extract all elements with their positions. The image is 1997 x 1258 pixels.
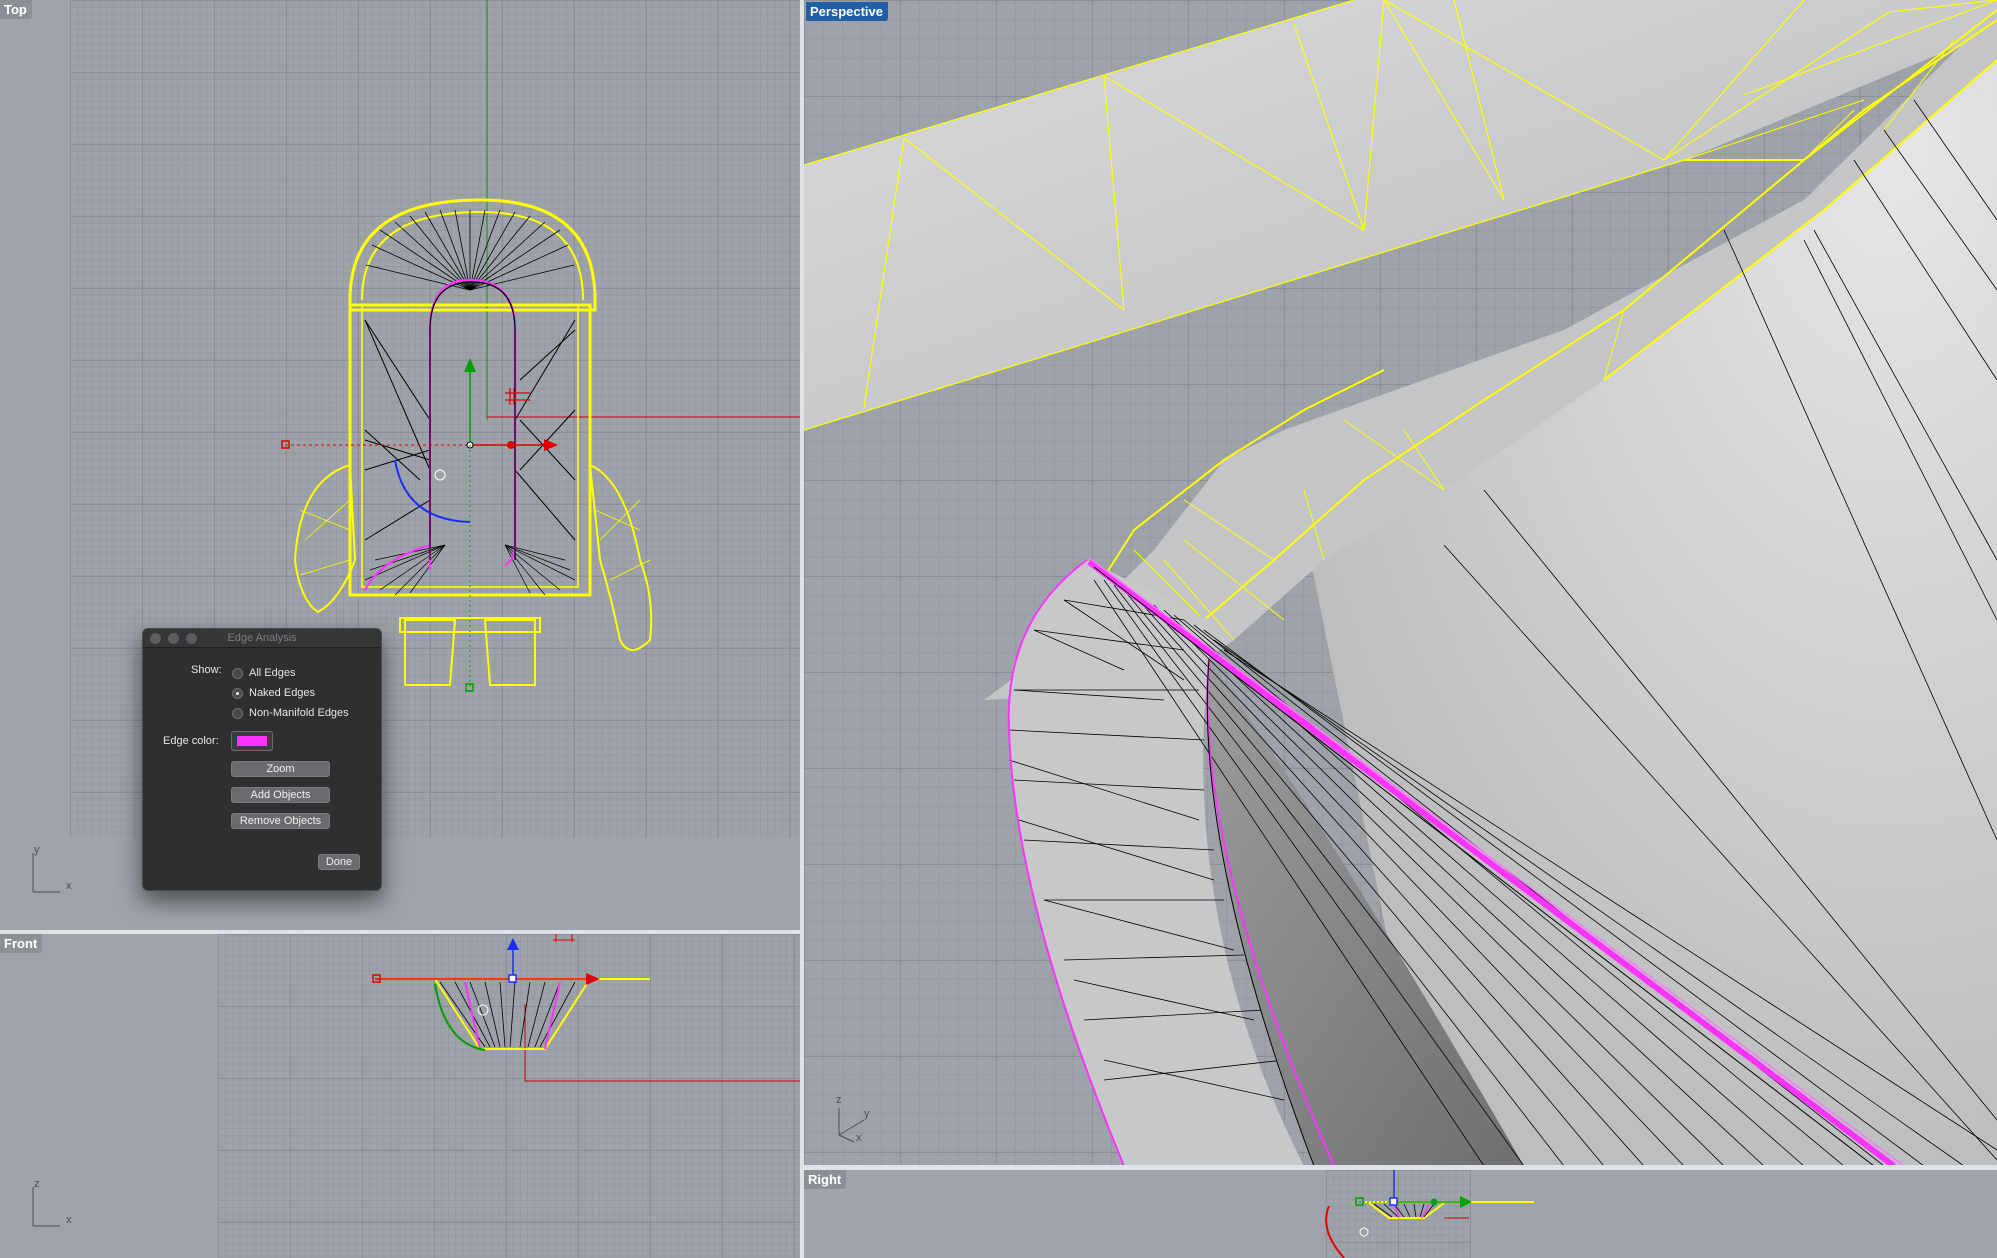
radio-label: Non-Manifold Edges — [249, 707, 349, 719]
viewport-label-top[interactable]: Top — [0, 0, 32, 19]
dialog-title: Edge Analysis — [227, 632, 297, 644]
viewport-label-front[interactable]: Front — [0, 934, 43, 953]
axis-label-y: y — [34, 844, 40, 856]
viewport-perspective[interactable]: Perspective z y x — [804, 0, 1997, 1166]
edge-color-swatch — [237, 736, 267, 746]
radio-button-selected[interactable] — [232, 687, 243, 699]
axis-label-z: z — [34, 1178, 40, 1190]
radio-label: Naked Edges — [249, 687, 316, 699]
viewport-label-right[interactable]: Right — [804, 1170, 847, 1189]
done-button[interactable]: Done — [318, 854, 360, 870]
front-view-model — [372, 934, 800, 1082]
radio-button[interactable] — [232, 667, 243, 679]
viewport-top[interactable]: Top y x — [0, 0, 800, 930]
axis-label-y: y — [864, 1108, 870, 1120]
right-view-model — [1325, 1170, 1534, 1258]
viewport-front[interactable]: Front z x — [0, 934, 800, 1258]
viewport-right[interactable]: Right — [804, 1170, 1997, 1258]
edge-color-label: Edge color: — [163, 735, 219, 747]
radio-label: All Edges — [249, 667, 296, 679]
dialog-titlebar[interactable]: Edge Analysis — [143, 629, 381, 648]
radio-button[interactable] — [232, 707, 243, 719]
axis-label-x: x — [66, 1214, 72, 1226]
edge-color-picker[interactable] — [231, 731, 273, 751]
radio-naked-edges[interactable]: Naked Edges — [232, 685, 315, 701]
show-label: Show: — [191, 664, 222, 676]
axis-label-x: x — [66, 880, 72, 892]
perspective-model — [804, 0, 1997, 1166]
front-axis-indicator: z x — [30, 1178, 80, 1229]
viewport-label-perspective[interactable]: Perspective — [806, 2, 888, 21]
axis-label-z: z — [836, 1094, 842, 1106]
add-objects-button[interactable]: Add Objects — [231, 787, 330, 803]
radio-all-edges[interactable]: All Edges — [232, 665, 295, 681]
top-axis-indicator: y x — [30, 844, 80, 895]
zoom-button[interactable]: Zoom — [231, 761, 330, 777]
remove-objects-button[interactable]: Remove Objects — [231, 813, 330, 829]
top-view-model — [281, 0, 800, 692]
radio-non-manifold-edges[interactable]: Non-Manifold Edges — [232, 705, 349, 721]
perspective-axis-indicator: z y x — [834, 1090, 894, 1145]
edge-analysis-dialog: Edge Analysis Show: All Edges Naked Edge… — [142, 628, 382, 891]
axis-label-x: x — [856, 1132, 862, 1144]
